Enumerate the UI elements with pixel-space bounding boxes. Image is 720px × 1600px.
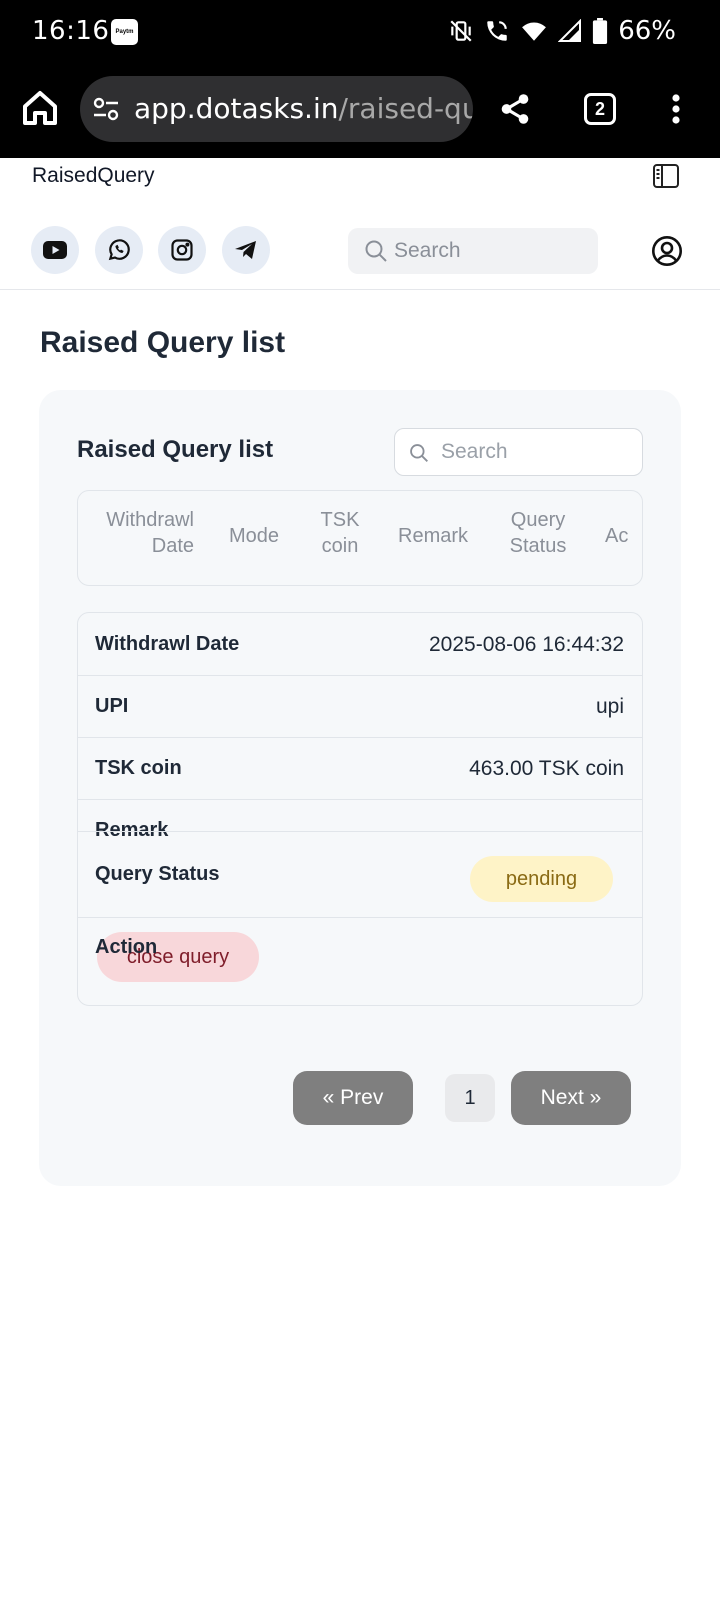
column-header-query-status[interactable]: Query Status [506,507,570,559]
page-number-1[interactable]: 1 [445,1074,495,1122]
instagram-icon [171,239,193,261]
row-divider [78,831,642,832]
column-header-tsk-coin[interactable]: TSK coin [318,507,362,559]
instagram-button[interactable] [158,226,206,274]
tsk-coin-value: 463.00 TSK coin [469,757,624,780]
row-divider [78,675,642,676]
column-header-line: Query [510,509,566,531]
status-badge: pending [470,856,613,902]
header-search-input[interactable] [394,234,584,268]
status-time: 16:16 [32,16,110,46]
paytm-notification-icon: Paytm [111,19,138,45]
table-header: Withdrawl Date Mode TSK coin Remark Quer… [77,490,643,586]
telegram-icon [235,241,256,259]
action-label: Action [95,936,158,958]
wifi-icon [522,22,547,41]
raised-query-card: Raised Query list Withdrawl Date Mode TS… [39,390,681,1186]
page-title: Raised Query list [40,326,286,359]
battery-percent: 66% [618,16,676,46]
user-account-icon[interactable] [651,235,683,267]
url-text: app.dotasks.in/raised-qu [134,92,473,125]
battery-icon [593,18,608,44]
home-icon[interactable] [20,88,60,128]
prev-page-button[interactable]: « Prev [293,1071,413,1125]
tsk-coin-label: TSK coin [95,757,182,779]
column-header-mode[interactable]: Mode [229,523,279,549]
withdrawl-date-label: Withdrawl Date [95,633,240,655]
table-search-input[interactable] [441,435,631,469]
mode-label: UPI [95,695,129,717]
wifi-call-icon [487,21,507,41]
youtube-button[interactable] [31,226,79,274]
column-header-line: coin [321,535,359,557]
table-search-box[interactable] [394,428,643,476]
header-search-box[interactable] [348,228,598,274]
tab-switcher-button[interactable]: 2 [584,93,616,125]
card-title: Raised Query list [77,436,274,463]
row-divider [78,737,642,738]
telegram-button[interactable] [222,226,270,274]
url-bar[interactable]: app.dotasks.in/raised-qu [80,76,473,142]
column-header-line: Status [509,535,567,557]
column-header-line: Date [151,535,194,557]
whatsapp-icon [108,239,130,261]
url-path: /raised-qu [338,92,473,125]
row-divider [78,799,642,800]
search-icon [410,444,428,462]
search-icon [365,240,387,262]
whatsapp-button[interactable] [95,226,143,274]
next-page-button[interactable]: Next » [511,1071,631,1125]
header-divider [0,289,720,290]
site-settings-icon[interactable] [92,97,120,121]
url-host: app.dotasks.in [134,92,339,125]
column-header-withdrawl-date[interactable]: Withdrawl Date [96,507,194,559]
mute-vibrate-icon [450,20,472,42]
withdrawl-date-value: 2025-08-06 16:44:32 [429,633,624,656]
column-header-action[interactable]: Ac [605,523,628,549]
status-icons: 66% [448,16,676,46]
row-divider [78,917,642,918]
site-title: RaisedQuery [32,164,155,187]
youtube-icon [43,241,67,259]
query-status-label: Query Status [95,863,220,885]
browser-toolbar: app.dotasks.in/raised-qu 2 [0,66,720,158]
more-options-icon[interactable] [672,94,680,124]
column-header-line: TSK [320,509,360,531]
column-header-line: Withdrawl [106,509,194,531]
share-icon[interactable] [498,91,532,127]
query-row-card: Withdrawl Date 2025-08-06 16:44:32 UPI u… [77,612,643,1006]
status-bar: 16:16 Paytm 66% [0,0,720,66]
signal-icon [558,19,582,42]
column-header-remark[interactable]: Remark [398,523,468,549]
sidebar-toggle-icon[interactable] [652,163,680,189]
mode-value: upi [595,695,624,718]
